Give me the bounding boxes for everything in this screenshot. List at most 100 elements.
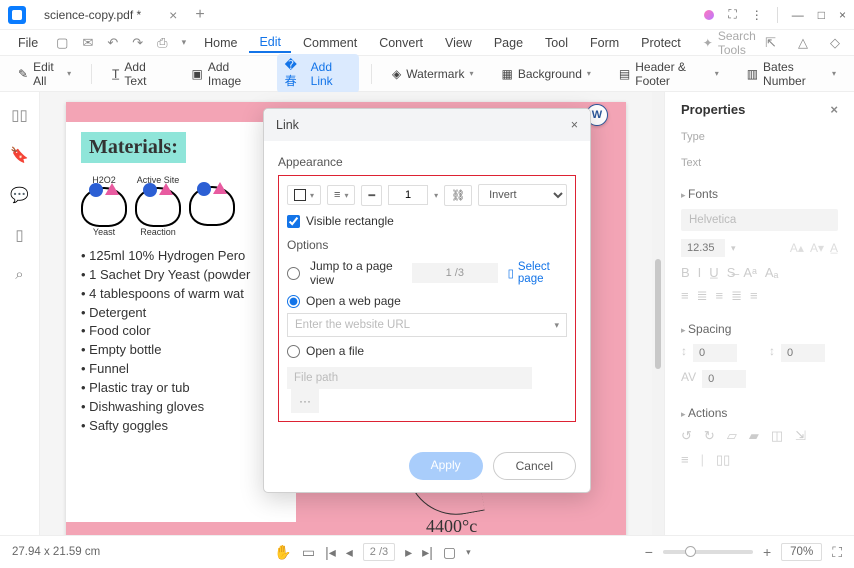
- select-page-link[interactable]: ▯Select page: [508, 261, 567, 285]
- mail-icon[interactable]: ✉: [76, 33, 99, 53]
- layout-icon[interactable]: ▢: [443, 544, 456, 561]
- superscript-icon[interactable]: Aᵃ: [743, 265, 757, 280]
- cancel-button[interactable]: Cancel: [493, 452, 576, 480]
- flip-v-icon[interactable]: ▰: [749, 428, 759, 444]
- extract-icon[interactable]: ⇲: [795, 428, 806, 444]
- header-footer-button[interactable]: ▤ Header & Footer ▾: [611, 56, 727, 92]
- url-input[interactable]: Enter the website URL ▾: [287, 313, 567, 337]
- kebab-menu-icon[interactable]: ⋮: [751, 8, 763, 22]
- undo-icon[interactable]: ↶: [101, 33, 124, 53]
- zoom-in-icon[interactable]: +: [763, 544, 771, 560]
- open-file-radio[interactable]: Open a file: [287, 344, 567, 358]
- align-v-icon[interactable]: ≡: [750, 288, 758, 304]
- text-decrease-icon[interactable]: A▾: [810, 241, 824, 255]
- font-family-select[interactable]: Helvetica: [681, 209, 838, 231]
- subscript-icon[interactable]: Aₐ: [765, 265, 779, 280]
- prev-page-icon[interactable]: ◂: [346, 544, 353, 561]
- more-icon[interactable]: ▾: [176, 35, 193, 50]
- fit-page-icon[interactable]: ⛶: [832, 544, 842, 561]
- strike-icon[interactable]: S̶: [727, 265, 736, 280]
- hand-tool-icon[interactable]: ✋: [274, 544, 291, 561]
- zoom-value[interactable]: 70%: [781, 543, 822, 561]
- bates-number-button[interactable]: ▥ Bates Number ▾: [739, 56, 844, 92]
- text-increase-icon[interactable]: A▴: [790, 241, 804, 255]
- visible-rectangle-checkbox[interactable]: Visible rectangle: [287, 214, 567, 228]
- char-spacing-input[interactable]: 0: [702, 370, 746, 388]
- align-right-icon[interactable]: ≡: [716, 288, 724, 304]
- search-tools[interactable]: ✦ Search Tools: [703, 29, 757, 57]
- search-icon[interactable]: ⌕: [15, 266, 23, 283]
- apply-button[interactable]: Apply: [409, 452, 483, 480]
- thumbnails-icon[interactable]: ▯▯: [11, 106, 28, 124]
- menu-view[interactable]: View: [435, 34, 482, 52]
- page-indicator[interactable]: 2 /3: [363, 543, 395, 561]
- bookmark-icon[interactable]: 🔖: [10, 146, 29, 164]
- align-justify-icon[interactable]: ≣: [731, 288, 742, 304]
- menu-protect[interactable]: Protect: [631, 34, 691, 52]
- font-size-input[interactable]: 12.35: [681, 239, 725, 257]
- open-web-radio[interactable]: Open a web page: [287, 294, 567, 308]
- crop-icon[interactable]: ◫: [771, 428, 783, 444]
- browse-file-button[interactable]: ···: [291, 389, 319, 413]
- zoom-slider[interactable]: [663, 550, 753, 554]
- cloud-icon[interactable]: △: [792, 33, 814, 53]
- menu-edit[interactable]: Edit: [249, 33, 291, 53]
- line-width-input[interactable]: [388, 185, 428, 205]
- more-actions-icon[interactable]: ▯▯: [716, 452, 730, 468]
- link-style-icon[interactable]: ⛓: [444, 185, 472, 206]
- save-icon[interactable]: ▢: [50, 33, 74, 53]
- background-button[interactable]: ▦ Background ▾: [493, 63, 598, 85]
- align-left-icon[interactable]: ≡: [681, 288, 689, 304]
- add-image-button[interactable]: ▣ Add Image: [184, 56, 265, 92]
- menu-convert[interactable]: Convert: [369, 34, 433, 52]
- menu-file[interactable]: File: [8, 34, 48, 52]
- bold-icon[interactable]: B: [681, 265, 690, 280]
- underline-icon[interactable]: U̲: [709, 265, 718, 280]
- line-spacing-input[interactable]: 0: [693, 344, 737, 362]
- first-page-icon[interactable]: |◂: [325, 544, 336, 561]
- thickness-select[interactable]: ━: [361, 185, 382, 206]
- layers-icon[interactable]: ≡: [681, 452, 689, 468]
- add-link-button[interactable]: �春 Add Link: [277, 54, 360, 93]
- comment-icon[interactable]: 💬: [10, 186, 29, 204]
- layout-dropdown-icon[interactable]: ▾: [466, 547, 471, 558]
- document-tab[interactable]: science-copy.pdf * ×: [36, 4, 185, 26]
- border-color-select[interactable]: ▾: [287, 185, 321, 205]
- menu-page[interactable]: Page: [484, 34, 533, 52]
- new-tab-button[interactable]: +: [195, 6, 204, 24]
- bell-icon[interactable]: ◇: [824, 33, 846, 53]
- para-spacing-input[interactable]: 0: [781, 344, 825, 362]
- dialog-close-icon[interactable]: ×: [571, 118, 578, 132]
- close-window-icon[interactable]: ×: [839, 8, 846, 22]
- print-icon[interactable]: ⎙: [151, 33, 173, 53]
- menu-home[interactable]: Home: [194, 34, 247, 52]
- menu-comment[interactable]: Comment: [293, 34, 367, 52]
- last-page-icon[interactable]: ▸|: [422, 544, 433, 561]
- flip-h-icon[interactable]: ▱: [727, 428, 737, 444]
- link-style-select[interactable]: Invert: [478, 184, 567, 206]
- border-style-select[interactable]: ≡▾: [327, 185, 355, 205]
- zoom-out-icon[interactable]: −: [645, 544, 653, 560]
- jump-to-page-radio[interactable]: Jump to a page view 1 /3 ▯Select page: [287, 259, 567, 287]
- attachment-icon[interactable]: ▯: [15, 226, 23, 244]
- font-color-icon[interactable]: A̲: [830, 241, 838, 255]
- vertical-scrollbar[interactable]: [652, 92, 664, 535]
- watermark-button[interactable]: ◈ Watermark ▾: [384, 63, 481, 85]
- rotate-left-icon[interactable]: ↺: [681, 428, 692, 444]
- ai-icon[interactable]: [704, 10, 714, 20]
- align-center-icon[interactable]: ≣: [697, 288, 708, 304]
- minimize-icon[interactable]: —: [792, 8, 804, 22]
- file-path-input[interactable]: File path: [287, 367, 532, 389]
- edit-all-button[interactable]: ✎ Edit All ▾: [10, 56, 79, 92]
- tab-close-icon[interactable]: ×: [169, 7, 177, 23]
- close-panel-icon[interactable]: ×: [830, 102, 838, 117]
- maximize-icon[interactable]: □: [818, 8, 825, 22]
- menu-tool[interactable]: Tool: [535, 34, 578, 52]
- add-text-button[interactable]: T̲ Add Text: [104, 56, 171, 92]
- fullscreen-icon[interactable]: ⛶: [728, 7, 736, 22]
- italic-icon[interactable]: I: [698, 265, 702, 280]
- redo-icon[interactable]: ↷: [126, 33, 149, 53]
- menu-form[interactable]: Form: [580, 34, 629, 52]
- next-page-icon[interactable]: ▸: [405, 544, 412, 561]
- share-icon[interactable]: ⇱: [759, 33, 782, 53]
